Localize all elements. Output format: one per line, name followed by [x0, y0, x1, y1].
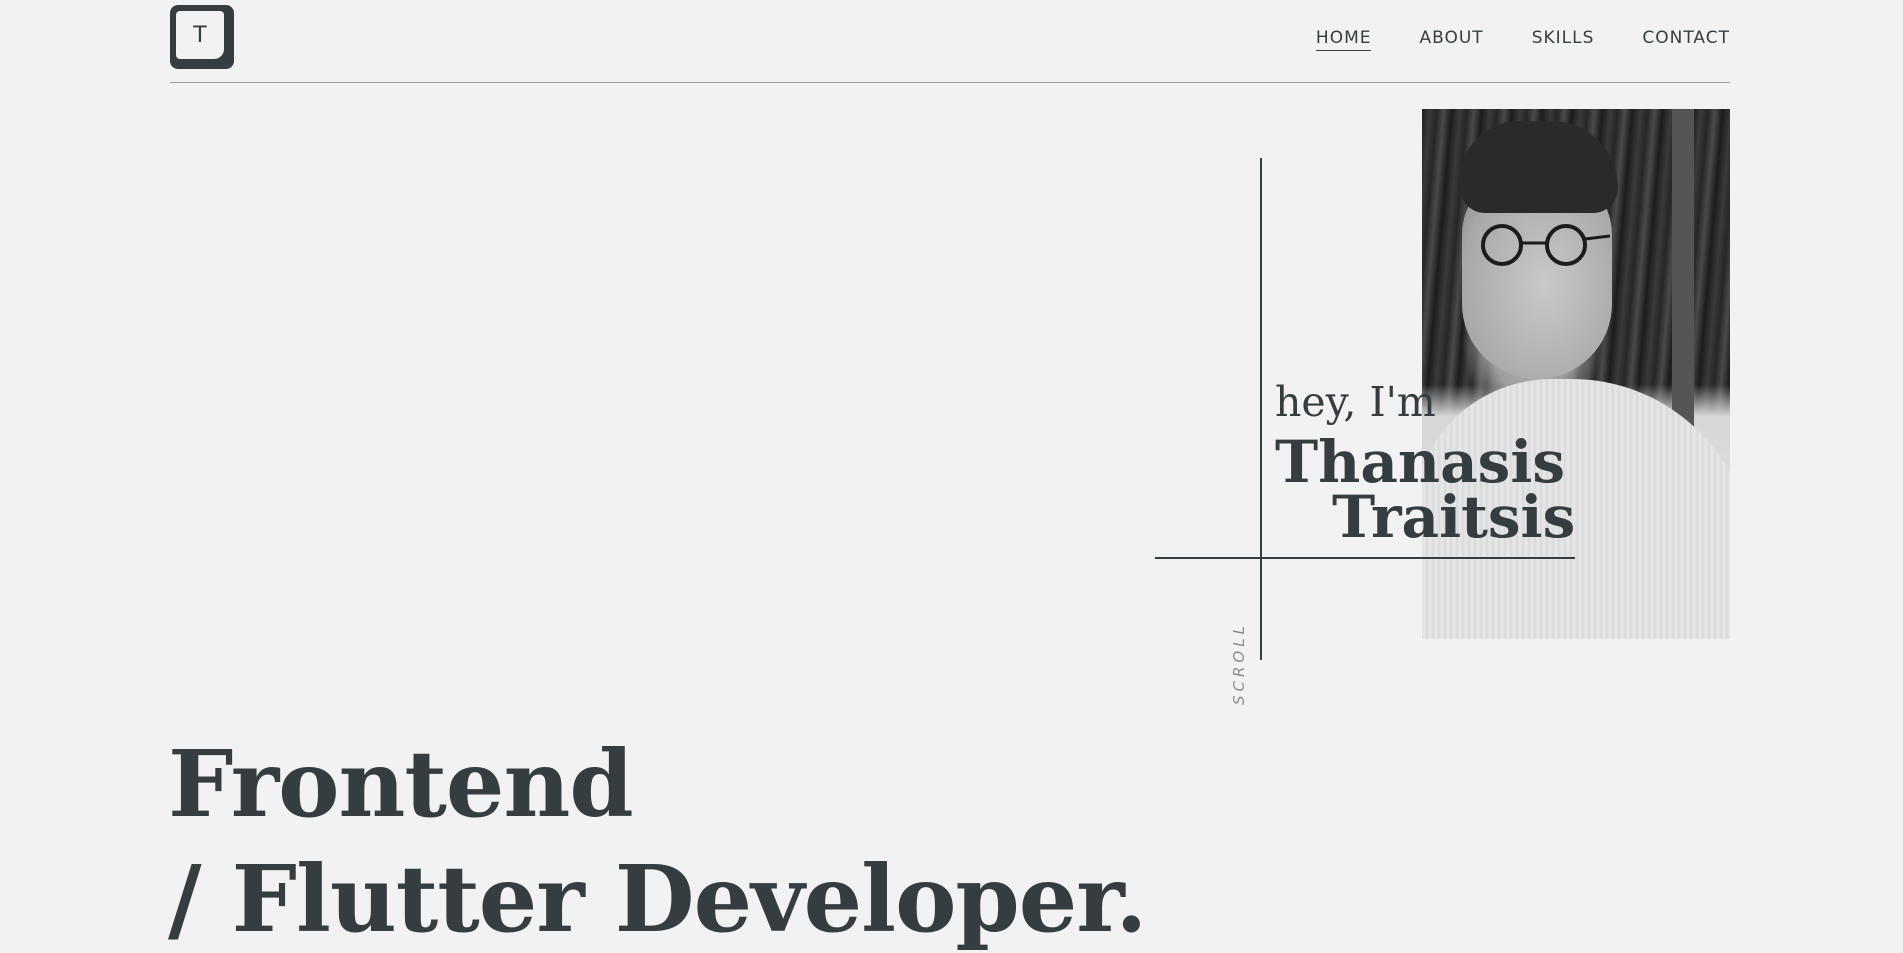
nav-home-link[interactable]: HOME	[1315, 28, 1372, 51]
horizontal-divider-line	[1155, 557, 1575, 559]
photo-hair	[1460, 121, 1618, 213]
logo-letter: T	[174, 9, 226, 61]
logo[interactable]: T	[170, 5, 234, 69]
nav-skills-link[interactable]: SKILLS	[1532, 28, 1595, 51]
nav-about-link[interactable]: ABOUT	[1419, 28, 1483, 51]
vertical-divider-line	[1260, 158, 1262, 660]
greeting-text: hey, I'm	[1275, 378, 1436, 426]
scroll-indicator[interactable]: SCROLL	[1230, 622, 1248, 705]
main-nav: HOME ABOUT SKILLS CONTACT	[1315, 28, 1730, 51]
photo-tree-trunk	[1672, 109, 1694, 439]
last-name: Traitsis	[1332, 483, 1576, 551]
headline-role-line2: / Flutter Developer.	[168, 845, 1147, 953]
profile-photo	[1422, 109, 1730, 639]
photo-glasses	[1481, 224, 1610, 266]
site-header: T HOME ABOUT SKILLS CONTACT	[170, 0, 1730, 83]
nav-contact-link[interactable]: CONTACT	[1642, 28, 1730, 51]
headline-role-line1: Frontend	[168, 730, 634, 838]
